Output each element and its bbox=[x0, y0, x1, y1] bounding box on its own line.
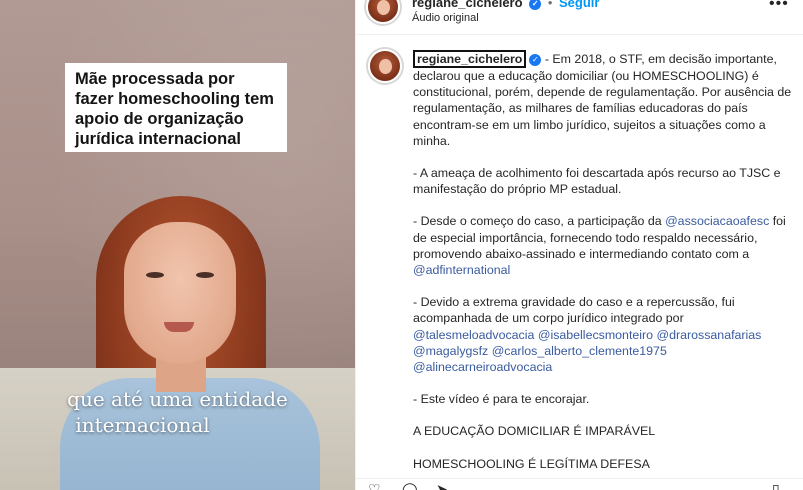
mention-alinecarneiroadvocacia[interactable]: @alinecarneiroadvocacia bbox=[413, 360, 552, 374]
mention-associacaoafesc[interactable]: @associacaoafesc bbox=[665, 214, 769, 228]
post-paragraph-7: HOMESCHOOLING É LEGÍTIMA DEFESA bbox=[413, 456, 650, 471]
caption-line-1: que até uma entidade bbox=[67, 387, 288, 411]
more-icon[interactable]: ••• bbox=[769, 0, 789, 13]
action-bar: ♡ ◯ ➤ ▯ bbox=[356, 478, 803, 490]
header-avatar[interactable] bbox=[366, 0, 400, 24]
bookmark-icon[interactable]: ▯ bbox=[772, 482, 780, 490]
share-icon[interactable]: ➤ bbox=[436, 482, 448, 490]
mention-carlos-alberto-clemente1975[interactable]: @carlos_alberto_clemente1975 bbox=[492, 344, 667, 358]
mention-isabellecsmonteiro[interactable]: @isabellecsmonteiro bbox=[538, 328, 653, 342]
header-username-row: regiane_cichelero ✓ • Seguir bbox=[412, 0, 599, 10]
post-avatar[interactable] bbox=[368, 49, 402, 83]
video-headline-box: Mãe processada por fazer homeschooling t… bbox=[65, 63, 287, 152]
post-paragraph-4a: - Devido a extrema gravidade do caso e a… bbox=[413, 295, 735, 326]
header-divider bbox=[356, 34, 803, 35]
video-player[interactable]: Mãe processada por fazer homeschooling t… bbox=[0, 0, 355, 490]
mention-magalygsfz[interactable]: @magalygsfz bbox=[413, 344, 488, 358]
mention-adfinternational[interactable]: @adfinternational bbox=[413, 263, 510, 277]
heart-icon[interactable]: ♡ bbox=[368, 482, 381, 490]
post-username[interactable]: regiane_cichelero bbox=[413, 50, 527, 68]
post-paragraph-5: - Este vídeo é para te encorajar. bbox=[413, 392, 590, 407]
mention-talesmeloadvocacia[interactable]: @talesmeloadvocacia bbox=[413, 328, 534, 342]
follow-button[interactable]: Seguir bbox=[559, 0, 599, 10]
audio-original-link[interactable]: Áudio original bbox=[412, 12, 479, 24]
post-paragraph-6: A EDUCAÇÃO DOMICILIAR É IMPARÁVEL bbox=[413, 424, 656, 439]
post-panel: regiane_cichelero ✓ • Seguir Áudio origi… bbox=[355, 0, 803, 490]
post-caption: regiane_cichelero ✓ - Em 2018, o STF, em … bbox=[413, 50, 799, 488]
mention-drarossanafarias[interactable]: @drarossanafarias bbox=[657, 328, 762, 342]
person-face bbox=[124, 222, 236, 364]
person-eye-left bbox=[146, 272, 164, 278]
header-separator: • bbox=[547, 0, 553, 10]
video-headline: Mãe processada por fazer homeschooling t… bbox=[75, 70, 274, 148]
person-eye-right bbox=[196, 272, 214, 278]
post-paragraph-2: - A ameaça de acolhimento foi descartada… bbox=[413, 166, 781, 197]
caption-line-2: internacional bbox=[75, 413, 210, 437]
verified-icon: ✓ bbox=[529, 0, 542, 10]
post-paragraph-3a: - Desde o começo do caso, a participação… bbox=[413, 214, 666, 229]
comment-icon[interactable]: ◯ bbox=[402, 482, 418, 490]
header-username[interactable]: regiane_cichelero bbox=[412, 0, 523, 10]
video-caption: que até uma entidade internacional bbox=[0, 386, 355, 438]
verified-icon: ✓ bbox=[529, 53, 542, 66]
